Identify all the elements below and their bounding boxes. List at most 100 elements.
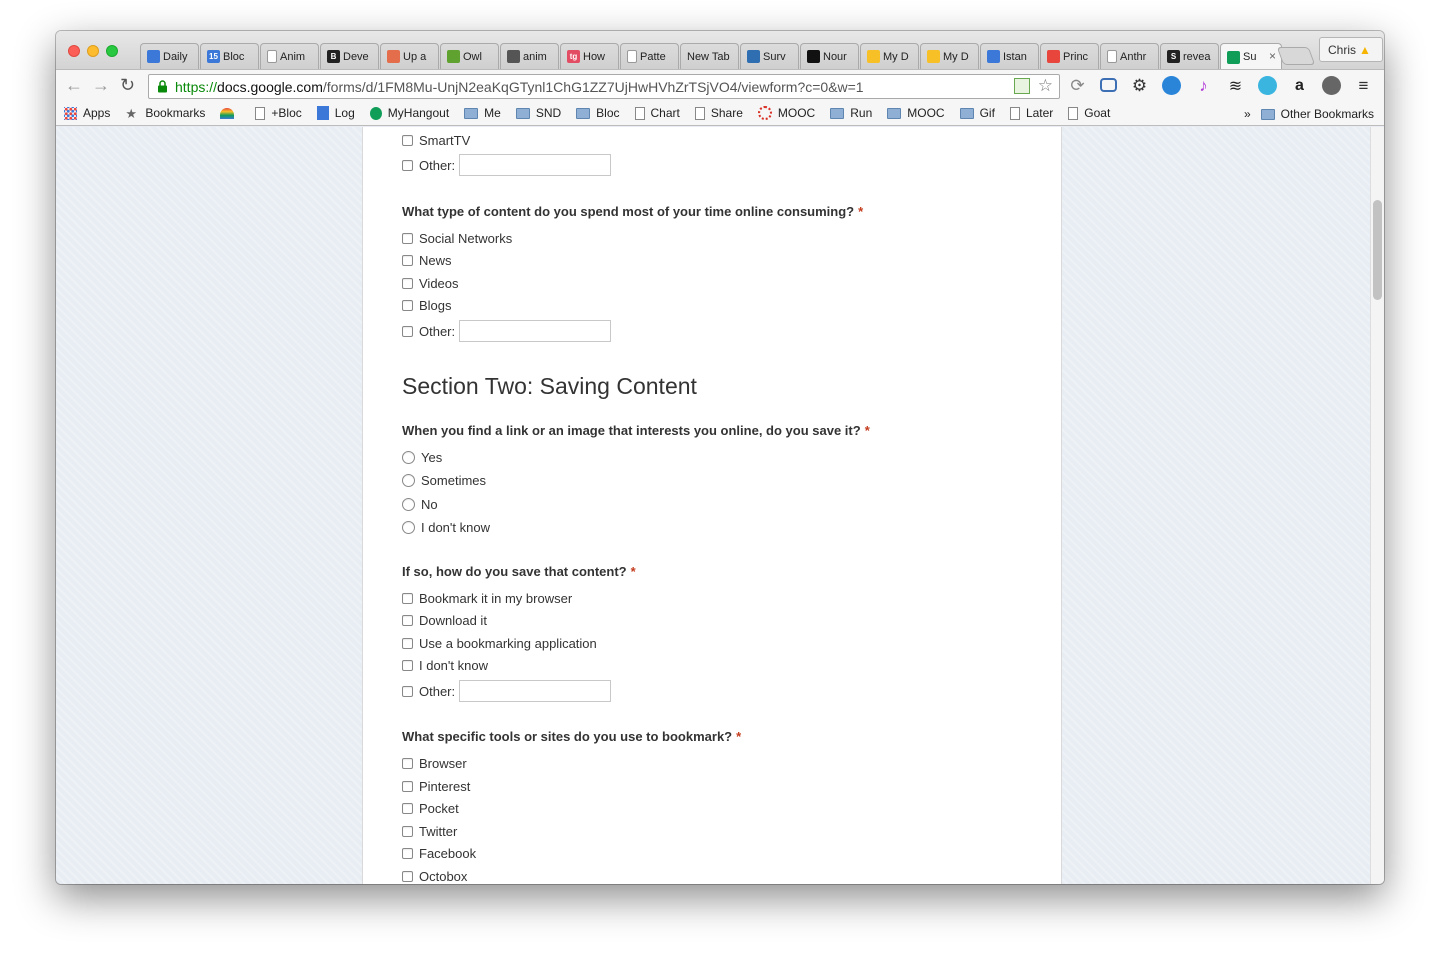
radio-button[interactable]	[402, 520, 415, 534]
compass-icon[interactable]	[1322, 76, 1341, 95]
bookmark-item[interactable]: MOOC	[887, 106, 945, 120]
checkbox-option[interactable]: Use a bookmarking application	[402, 634, 597, 652]
radio-option[interactable]: I don't know	[402, 518, 490, 536]
bookmark-item[interactable]: Apps	[64, 106, 110, 120]
checkbox[interactable]	[402, 614, 413, 626]
close-window-button[interactable]	[68, 45, 80, 57]
new-tab-button[interactable]	[1276, 47, 1316, 65]
bookmark-item[interactable]: Gif	[959, 106, 995, 120]
checkbox[interactable]	[402, 254, 413, 266]
radio-option[interactable]: Yes	[402, 448, 442, 466]
checkbox[interactable]	[402, 757, 413, 769]
other-text-input[interactable]	[459, 154, 612, 176]
checkbox-option[interactable]: Videos	[402, 274, 459, 292]
checkbox[interactable]	[402, 277, 413, 289]
checkbox-option-other[interactable]: Other:	[402, 319, 612, 343]
bookmark-item[interactable]: +Bloc	[255, 106, 302, 120]
tab-13[interactable]: My D	[920, 43, 979, 69]
tab-15[interactable]: Princ	[1040, 43, 1099, 69]
radio-option[interactable]: Sometimes	[402, 471, 486, 489]
bookmark-item[interactable]: Share	[694, 106, 743, 120]
tab-3[interactable]: B Deve	[320, 43, 379, 69]
checkbox[interactable]	[402, 592, 413, 604]
checkbox-option[interactable]: Download it	[402, 611, 487, 629]
checkbox-option[interactable]: Octobox	[402, 867, 467, 884]
scrollbar[interactable]	[1370, 127, 1384, 884]
bookmark-item[interactable]	[220, 107, 240, 119]
zoom-window-button[interactable]	[106, 45, 118, 57]
bookmark-item[interactable]: Bloc	[576, 106, 620, 120]
tab-14[interactable]: Istan	[980, 43, 1039, 69]
tab-9[interactable]: New Tab	[680, 43, 739, 69]
checkbox[interactable]	[402, 159, 413, 171]
bookmark-item[interactable]: ★ Bookmarks	[125, 106, 205, 120]
tab-11[interactable]: Nour	[800, 43, 859, 69]
forward-icon[interactable]: →	[92, 75, 110, 96]
checkbox[interactable]	[402, 780, 413, 792]
checkbox[interactable]	[402, 232, 413, 244]
checkbox[interactable]	[402, 637, 413, 649]
checkbox[interactable]	[402, 825, 413, 837]
tab-16[interactable]: Anthr	[1100, 43, 1159, 69]
radio-button[interactable]	[402, 473, 415, 487]
checkbox[interactable]	[402, 659, 413, 671]
back-icon[interactable]: ←	[65, 75, 83, 96]
tab-10[interactable]: Surv	[740, 43, 799, 69]
checkbox-option[interactable]: Bookmark it in my browser	[402, 589, 572, 607]
other-text-input[interactable]	[459, 320, 612, 342]
checkbox-option[interactable]: Twitter	[402, 822, 457, 840]
checkbox-option[interactable]: Pinterest	[402, 777, 470, 795]
tab-17[interactable]: Srevea	[1160, 43, 1219, 69]
other-text-input[interactable]	[459, 680, 612, 702]
address-bar[interactable]: https://docs.google.com/forms/d/1FM8Mu-U…	[148, 74, 1060, 99]
layers-icon[interactable]: ≋	[1226, 76, 1245, 95]
tab-0[interactable]: Daily	[140, 43, 199, 69]
bookmark-item[interactable]: MyHangout	[369, 106, 449, 120]
tab-7[interactable]: tg How	[560, 43, 619, 69]
reload-icon[interactable]: ↻	[120, 75, 135, 96]
checkbox-option[interactable]: Browser	[402, 754, 467, 772]
amazon-icon[interactable]: a	[1290, 76, 1309, 95]
overflow-chevron-icon[interactable]: »	[1244, 107, 1251, 121]
minimize-window-button[interactable]	[87, 45, 99, 57]
checkbox[interactable]	[402, 802, 413, 814]
checkbox-option[interactable]: Blogs	[402, 296, 452, 314]
scrollbar-thumb[interactable]	[1373, 200, 1382, 300]
checkbox-option[interactable]: I don't know	[402, 656, 488, 674]
checkbox-option[interactable]: News	[402, 251, 452, 269]
checkbox[interactable]	[402, 299, 413, 311]
menu-icon[interactable]: ≡	[1354, 76, 1373, 95]
checkbox-option[interactable]: SmartTV	[402, 131, 470, 149]
bookmark-item[interactable]: Me	[464, 106, 501, 120]
tab-2[interactable]: Anim	[260, 43, 319, 69]
checkbox[interactable]	[402, 685, 413, 697]
checkbox[interactable]	[402, 325, 413, 337]
checkbox-option-other[interactable]: Other:	[402, 153, 612, 177]
bookmark-item[interactable]: Later	[1009, 106, 1053, 120]
close-tab-icon[interactable]: ×	[1269, 49, 1276, 63]
bookmark-item[interactable]: Run	[830, 106, 872, 120]
globe-icon[interactable]	[1162, 76, 1181, 95]
tab-6[interactable]: anim	[500, 43, 559, 69]
tab-18[interactable]: Su ×	[1220, 43, 1282, 70]
bookmark-star-icon[interactable]: ☆	[1038, 77, 1053, 94]
radio-option[interactable]: No	[402, 495, 438, 513]
other-bookmarks[interactable]: Other Bookmarks	[1260, 107, 1374, 121]
bookmark-item[interactable]: Chart	[634, 106, 680, 120]
checkbox-option[interactable]: Pocket	[402, 799, 459, 817]
ghost-icon[interactable]	[1258, 76, 1277, 95]
checkbox-option[interactable]: Social Networks	[402, 229, 512, 247]
checkbox[interactable]	[402, 870, 413, 882]
tab-5[interactable]: Owl	[440, 43, 499, 69]
tab-8[interactable]: Patte	[620, 43, 679, 69]
profile-button[interactable]: Chris ▲	[1319, 37, 1383, 62]
music-note-icon[interactable]: ♪	[1194, 76, 1213, 95]
bookmark-item[interactable]: SND	[515, 106, 561, 120]
radio-button[interactable]	[402, 450, 415, 464]
checkbox-option-other[interactable]: Other:	[402, 679, 612, 703]
sync-icon[interactable]: ⟳	[1068, 76, 1087, 95]
checkbox-option[interactable]: Facebook	[402, 844, 476, 862]
bookmark-item[interactable]: Goat	[1068, 106, 1110, 120]
tab-12[interactable]: My D	[860, 43, 919, 69]
bookmark-item[interactable]: MOOC	[757, 106, 815, 120]
